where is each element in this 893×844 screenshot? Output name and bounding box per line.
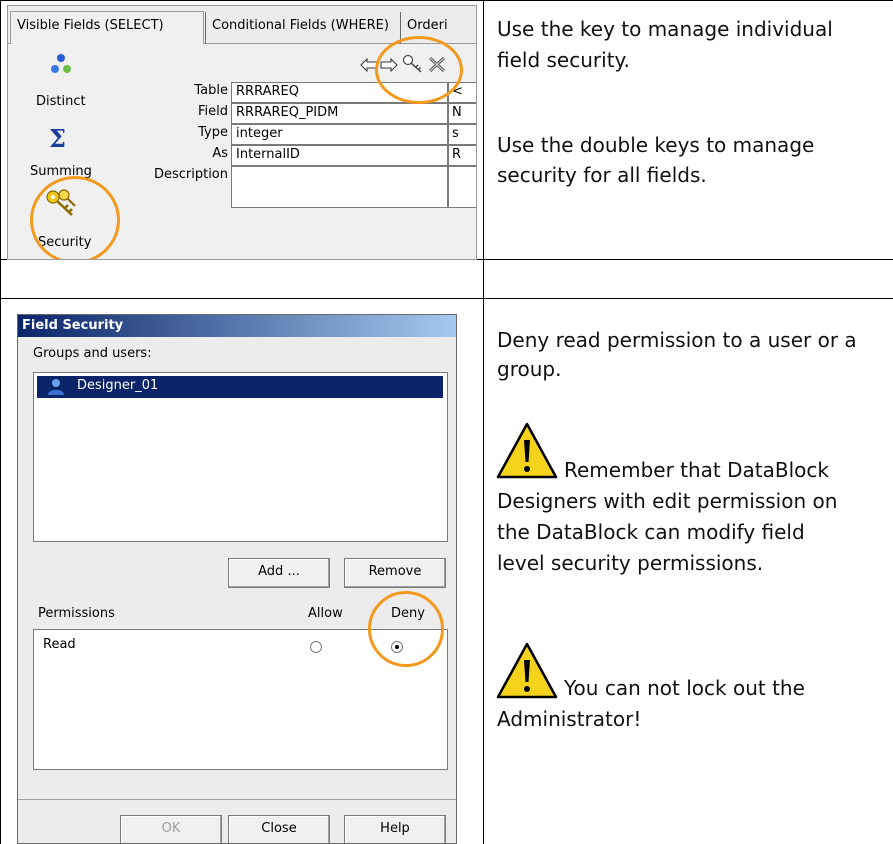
- allow-radio[interactable]: [310, 641, 322, 653]
- note-double-key-line-2: security for all fields.: [497, 163, 707, 187]
- ok-button[interactable]: OK: [120, 815, 222, 843]
- table-border-top: [0, 0, 893, 1]
- list-item-designer[interactable]: Designer_01: [36, 375, 444, 399]
- dialog-separator: [18, 799, 456, 800]
- table-border-left: [0, 0, 1, 844]
- description-field-extra: [448, 166, 476, 208]
- note-warn1-line-1: Remember that DataBlock: [564, 458, 829, 482]
- tab-visible-fields[interactable]: Visible Fields (SELECT): [10, 11, 204, 44]
- description-field[interactable]: [231, 166, 448, 208]
- distinct-icon[interactable]: [50, 53, 72, 75]
- tab-conditional-fields[interactable]: Conditional Fields (WHERE): [205, 12, 397, 44]
- note-warn1-line-3: the DataBlock can modify field: [497, 520, 805, 544]
- help-button[interactable]: Help: [344, 815, 446, 843]
- field-security-dialog: Field Security Groups and users: Designe…: [17, 314, 457, 844]
- note-warn2-line-2: Administrator!: [497, 707, 642, 731]
- note-warn1-line-4: level security permissions.: [497, 551, 764, 575]
- note-key-line-1: Use the key to manage individual: [497, 17, 833, 41]
- permissions-label: Permissions: [38, 606, 115, 621]
- groups-list[interactable]: Designer_01: [33, 372, 448, 542]
- field-name-extra: N: [448, 103, 476, 124]
- table-row-divider-2: [0, 298, 893, 299]
- label-type: Type: [198, 125, 228, 140]
- table-divider-vertical: [483, 0, 484, 844]
- field-name-field[interactable]: RRRAREQ_PIDM: [231, 103, 448, 124]
- type-field[interactable]: integer: [231, 124, 448, 145]
- groups-label: Groups and users:: [33, 346, 152, 361]
- warning-icon: [496, 422, 558, 479]
- label-description: Description: [153, 167, 228, 182]
- remove-button[interactable]: Remove: [344, 558, 446, 588]
- user-icon: [48, 379, 64, 395]
- highlight-circle-security: [30, 176, 120, 259]
- allow-label: Allow: [308, 606, 343, 621]
- close-button[interactable]: Close: [228, 815, 330, 843]
- as-field[interactable]: InternalID: [231, 145, 448, 166]
- note-warn1-line-2: Designers with edit permission on: [497, 489, 838, 513]
- note-double-key-line-1: Use the double keys to manage: [497, 133, 815, 157]
- note-deny-line-1: Deny read permission to a user or a: [497, 328, 857, 352]
- highlight-circle-deny: [368, 591, 444, 667]
- label-as: As: [212, 146, 228, 161]
- warning-icon: [496, 642, 558, 699]
- dialog-title: Field Security: [18, 315, 456, 337]
- as-field-extra: R: [448, 145, 476, 166]
- sidebar-label-distinct: Distinct: [36, 94, 86, 109]
- selected-user-label: Designer_01: [77, 378, 159, 393]
- visible-fields-panel: Visible Fields (SELECT) Conditional Fiel…: [7, 5, 477, 260]
- permission-read-label: Read: [43, 637, 76, 652]
- note-deny-line-2: group.: [497, 357, 562, 381]
- label-table: Table: [194, 83, 228, 98]
- note-warn2-line-1: You can not lock out the: [564, 676, 805, 700]
- sigma-icon[interactable]: Σ: [49, 124, 66, 153]
- type-field-extra: s: [448, 124, 476, 145]
- highlight-circle-keys: [375, 36, 463, 104]
- add-button[interactable]: Add ...: [228, 558, 330, 588]
- label-field: Field: [197, 104, 228, 119]
- note-key-line-2: field security.: [497, 48, 630, 72]
